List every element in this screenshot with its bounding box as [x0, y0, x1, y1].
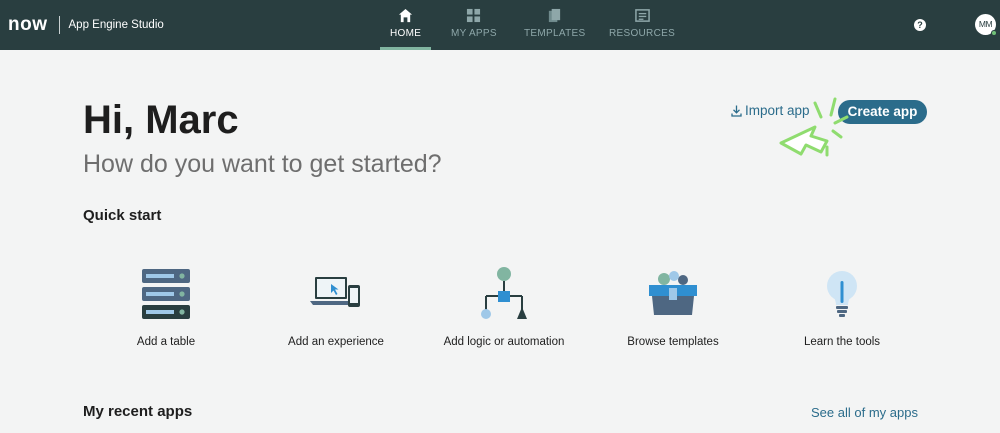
devices-icon — [310, 277, 360, 307]
see-all-apps-link[interactable]: See all of my apps — [811, 405, 918, 420]
page-subtitle: How do you want to get started? — [83, 150, 442, 178]
page-greeting: Hi, Marc — [83, 98, 239, 142]
database-icon — [142, 269, 190, 319]
servicenow-logo[interactable]: now — [8, 14, 48, 36]
quick-start-learn-tools-label: Learn the tools — [803, 336, 881, 348]
templates-box-icon — [649, 271, 697, 315]
quick-start-browse-templates-label: Browse templates — [627, 336, 719, 348]
quick-start-heading: Quick start — [83, 207, 162, 224]
help-button[interactable]: ? — [914, 19, 926, 31]
tab-home-label: HOME — [390, 28, 422, 39]
templates-icon — [549, 8, 561, 23]
tab-my-apps[interactable]: MY APPS — [451, 8, 497, 50]
quick-start-browse-templates[interactable]: Browse templates — [583, 265, 763, 348]
presence-status-dot — [991, 30, 997, 36]
tab-home[interactable]: HOME — [379, 8, 432, 50]
quick-start-add-experience-label: Add an experience — [288, 336, 384, 348]
resources-icon — [634, 9, 650, 22]
quick-start-add-table-label: Add a table — [136, 336, 196, 348]
tab-resources-label: RESOURCES — [609, 28, 676, 39]
quick-start-add-logic[interactable]: Add logic or automation — [414, 265, 594, 348]
home-icon — [399, 8, 413, 23]
download-icon — [731, 105, 742, 117]
create-app-button[interactable]: Create app — [838, 100, 927, 124]
import-app-label: Import app — [745, 103, 810, 118]
quick-start-learn-tools[interactable]: Learn the tools — [752, 265, 932, 348]
grid-icon — [467, 8, 481, 23]
tab-templates[interactable]: TEMPLATES — [524, 8, 585, 50]
app-title: App Engine Studio — [68, 19, 164, 31]
tab-my-apps-label: MY APPS — [451, 28, 497, 39]
brand: now App Engine Studio — [8, 14, 164, 36]
top-navigation-bar: now App Engine Studio HOME MY APPS TEMPL… — [0, 0, 1000, 50]
tab-resources[interactable]: RESOURCES — [609, 8, 675, 50]
quick-start-add-logic-label: Add logic or automation — [443, 336, 565, 348]
tab-templates-label: TEMPLATES — [524, 28, 586, 39]
import-app-link[interactable]: Import app — [731, 103, 810, 118]
recent-apps-heading: My recent apps — [83, 403, 193, 420]
quick-start-add-experience[interactable]: Add an experience — [246, 265, 426, 348]
quick-start-add-table[interactable]: Add a table — [76, 265, 256, 348]
brand-divider — [58, 16, 60, 34]
lightbulb-icon — [827, 271, 857, 317]
flow-icon — [481, 267, 527, 319]
